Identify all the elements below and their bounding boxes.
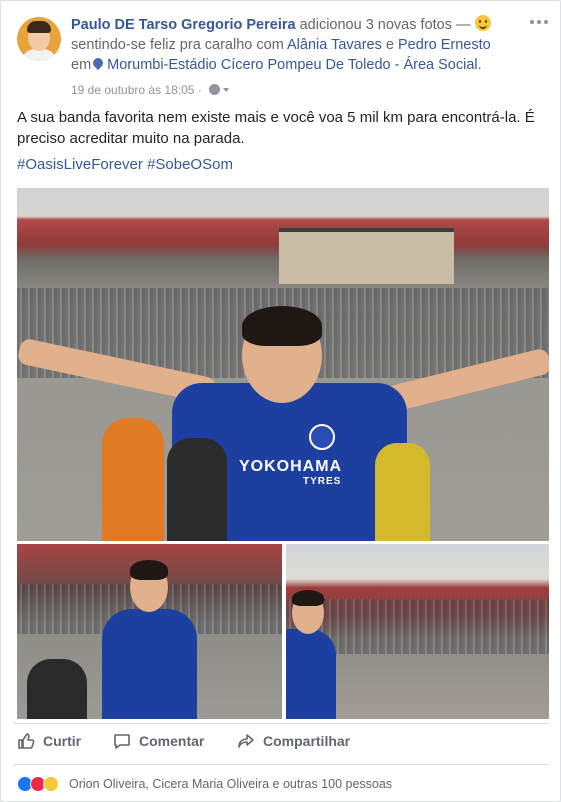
actions-divider-bottom bbox=[13, 764, 549, 765]
location-prefix: em bbox=[71, 57, 92, 73]
tagged-person-1[interactable]: Alânia Tavares bbox=[287, 37, 382, 53]
like-label: Curtir bbox=[43, 733, 82, 749]
globe-icon[interactable] bbox=[209, 84, 221, 95]
stadium-stage bbox=[279, 228, 454, 284]
author-name[interactable]: Paulo DE Tarso Gregorio Pereira bbox=[71, 17, 296, 33]
actions-divider-top bbox=[13, 723, 549, 724]
conjunction: e bbox=[385, 37, 394, 53]
photo-bystander bbox=[375, 443, 430, 541]
post-card: Paulo DE Tarso Gregorio Pereira adiciono… bbox=[0, 0, 561, 802]
meta-separator: · bbox=[197, 83, 202, 97]
comment-bubble-icon bbox=[114, 734, 130, 749]
photo-bystander bbox=[102, 418, 164, 541]
post-action: adicionou 3 novas fotos — bbox=[299, 17, 471, 33]
photo-main[interactable]: YOKOHAMA TYRES bbox=[17, 188, 549, 541]
share-arrow-icon bbox=[238, 734, 254, 748]
photo-bystander bbox=[167, 438, 227, 541]
more-icon[interactable] bbox=[530, 17, 550, 27]
chevron-down-icon[interactable] bbox=[223, 88, 230, 92]
post-hashtags: #OasisLiveForever #SobeOSom bbox=[17, 156, 233, 173]
photo-thumb-1[interactable] bbox=[17, 544, 282, 719]
post-actions: Curtir Comentar Compartilhar bbox=[17, 731, 547, 751]
jersey-subtext: TYRES bbox=[303, 476, 342, 487]
wow-reaction-icon bbox=[43, 776, 59, 792]
location-suffix: . bbox=[477, 57, 482, 73]
tagged-person-2[interactable]: Pedro Ernesto bbox=[398, 37, 491, 53]
reactions-summary[interactable]: Orion Oliveira, Cicera Maria Oliveira e … bbox=[17, 775, 547, 795]
photo-bystander bbox=[27, 659, 87, 719]
thumb-up-icon bbox=[18, 733, 35, 749]
jersey-text: YOKOHAMA bbox=[239, 458, 343, 475]
post-header-text: Paulo DE Tarso Gregorio Pereira adiciono… bbox=[71, 15, 521, 75]
avatar-hair bbox=[27, 21, 51, 33]
author-avatar[interactable] bbox=[17, 17, 61, 61]
reactions-text: Orion Oliveira, Cicera Maria Oliveira e … bbox=[69, 777, 393, 791]
timestamp[interactable]: 19 de outubro às 18:05 bbox=[71, 83, 194, 97]
location-link[interactable]: Morumbi-Estádio Cícero Pompeu De Toledo … bbox=[107, 57, 477, 73]
smile-emoji-icon bbox=[474, 15, 491, 31]
post-text: A sua banda favorita nem existe mais e v… bbox=[17, 109, 535, 147]
post-meta: 19 de outubro às 18:05 · bbox=[71, 83, 230, 97]
hashtag-oasis[interactable]: #OasisLiveForever bbox=[17, 156, 143, 173]
location-pin-icon bbox=[91, 55, 106, 71]
share-label: Compartilhar bbox=[263, 733, 351, 749]
comment-label: Comentar bbox=[139, 733, 205, 749]
photo-thumb-2[interactable] bbox=[286, 544, 549, 719]
feeling-text: sentindo-se feliz pra caralho com bbox=[71, 37, 284, 53]
hashtag-sobeosom[interactable]: #SobeOSom bbox=[147, 156, 233, 173]
